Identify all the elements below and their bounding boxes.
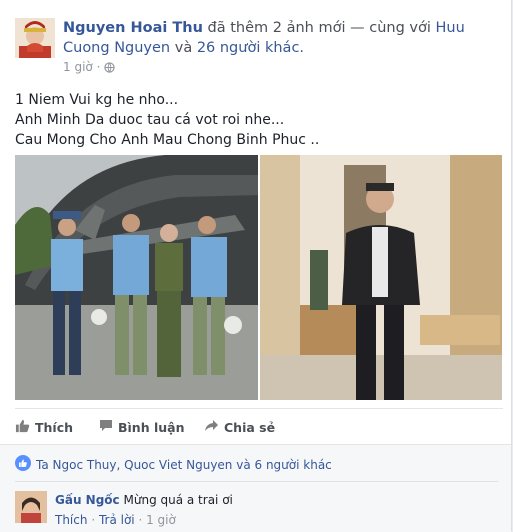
likes-summary[interactable]: Ta Ngoc Thuy, Quoc Viet Nguyen và 6 ngườ… <box>15 455 332 474</box>
feedback-section: Ta Ngoc Thuy, Quoc Viet Nguyen và 6 ngườ… <box>0 444 511 532</box>
action-text: đã thêm 2 ảnh mới — cùng với <box>207 20 431 36</box>
share-icon <box>204 419 219 435</box>
comment-label: Bình luận <box>118 419 185 435</box>
comment-body: Gấu Ngốc Mừng quá a trai ơi <box>55 493 233 507</box>
post-time[interactable]: 1 giờ <box>63 60 93 74</box>
post-text: 1 Niem Vui kg he nho... Anh Minh Da duoc… <box>15 90 495 150</box>
like-label: Thích <box>35 420 74 435</box>
comment-text: Mừng quá a trai ơi <box>123 493 233 507</box>
thumbs-up-icon <box>15 419 30 436</box>
author-name[interactable]: Nguyen Hoai Thu <box>63 20 203 36</box>
photo-man[interactable] <box>260 155 502 400</box>
post-text-line: Cau Mong Cho Anh Mau Chong Binh Phuc .. <box>15 132 320 148</box>
comment-icon <box>99 419 113 435</box>
comment-meta: Thích · Trả lời · 1 giờ <box>55 513 176 527</box>
post-actions: Thích Bình luận Chia sẻ <box>15 408 503 445</box>
separator-dot: · <box>91 513 99 527</box>
post-text-line: 1 Niem Vui kg he nho... <box>15 92 179 108</box>
feed-post: Nguyen Hoai Thu đã thêm 2 ảnh mới — cùng… <box>0 0 512 532</box>
commenter-name[interactable]: Gấu Ngốc <box>55 493 120 507</box>
and-text: và <box>174 40 193 56</box>
post-headline: Nguyen Hoai Thu đã thêm 2 ảnh mới — cùng… <box>63 18 503 58</box>
like-button[interactable]: Thích <box>15 419 73 436</box>
globe-icon[interactable] <box>104 62 115 76</box>
separator-dot: · <box>138 513 147 527</box>
separator-dot: · <box>96 60 105 74</box>
author-avatar[interactable] <box>15 18 55 58</box>
comment-button[interactable]: Bình luận <box>99 419 184 435</box>
share-button[interactable]: Chia sẻ <box>204 419 275 435</box>
post-text-line: Anh Minh Da duoc tau cá vot roi nhe... <box>15 112 285 128</box>
commenter-avatar[interactable] <box>15 491 47 523</box>
divider <box>15 481 498 482</box>
photo-pilots[interactable] <box>15 155 258 400</box>
share-label: Chia sẻ <box>224 419 276 435</box>
comment-time[interactable]: 1 giờ <box>146 513 176 527</box>
comment-reply-link[interactable]: Trả lời <box>99 513 135 527</box>
post-meta: 1 giờ · <box>63 60 115 76</box>
others-link[interactable]: 26 người khác. <box>197 40 304 56</box>
likes-text: Ta Ngoc Thuy, Quoc Viet Nguyen và 6 ngườ… <box>36 457 332 472</box>
comment-like-link[interactable]: Thích <box>55 513 87 527</box>
like-badge-icon <box>15 455 31 474</box>
